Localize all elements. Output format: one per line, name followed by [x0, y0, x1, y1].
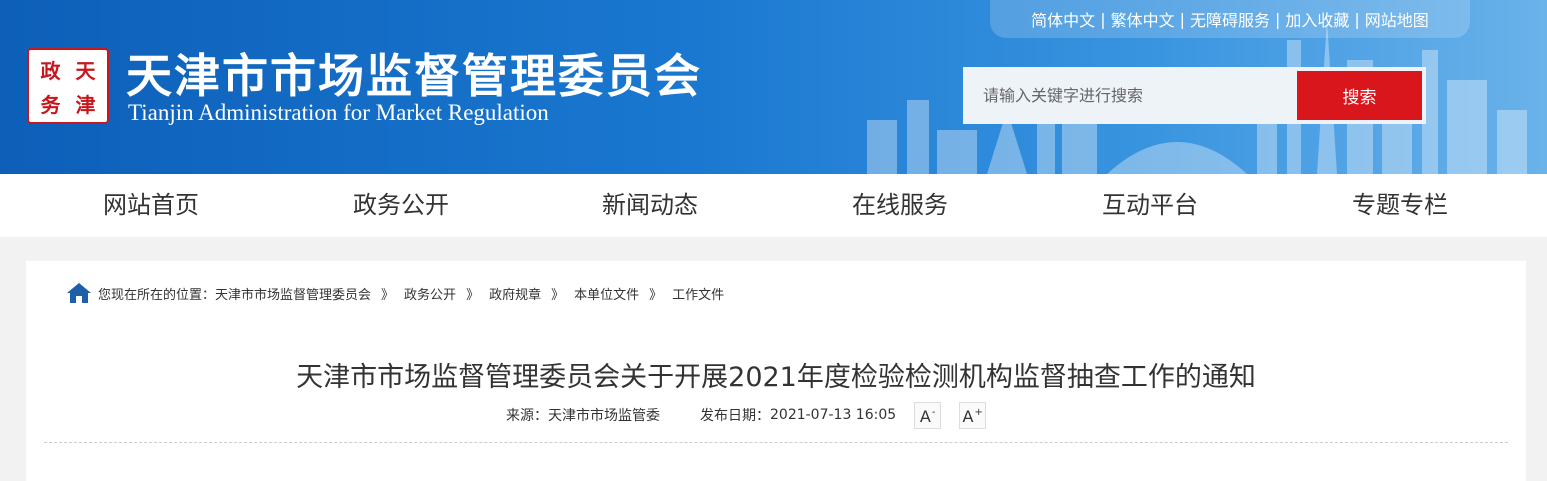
top-links-bar: 简体中文 | 繁体中文 | 无障碍服务 | 加入收藏 | 网站地图 — [990, 0, 1470, 38]
breadcrumb-item[interactable]: 政府规章 — [489, 284, 541, 303]
breadcrumb: 您现在所在的位置： 天津市市场监督管理委员会 》 政务公开 》 政府规章 》 本… — [66, 281, 724, 305]
breadcrumb-item[interactable]: 政务公开 — [404, 284, 456, 303]
nav-item-online-services[interactable]: 在线服务 — [852, 174, 948, 237]
link-add-favorite[interactable]: 加入收藏 — [1285, 7, 1349, 31]
breadcrumb-separator: 》 — [381, 287, 395, 303]
breadcrumb-separator: 》 — [551, 287, 565, 303]
breadcrumb-separator: 》 — [466, 287, 480, 303]
font-decrease-sign: - — [931, 406, 936, 418]
logo-char: 政 — [40, 59, 61, 83]
font-decrease-letter: A — [919, 406, 931, 426]
article-panel: 您现在所在的位置： 天津市市场监督管理委员会 》 政务公开 》 政府规章 》 本… — [26, 261, 1526, 481]
nav-item-government-affairs[interactable]: 政务公开 — [353, 174, 449, 237]
site-logo[interactable]: 政 天 务 津 — [27, 48, 109, 124]
font-increase-letter: A — [962, 406, 974, 426]
site-header: 政 天 务 津 天津市市场监督管理委员会 Tianjin Administrat… — [0, 0, 1547, 174]
breadcrumb-item[interactable]: 本单位文件 — [574, 284, 639, 303]
link-separator: | — [1275, 9, 1281, 29]
link-separator: | — [1354, 9, 1360, 29]
date-value: 2021-07-13 16:05 — [770, 407, 897, 423]
font-increase-button[interactable]: A + — [959, 401, 987, 429]
article-title: 天津市市场监督管理委员会关于开展2021年度检验检测机构监督抽查工作的通知 — [296, 362, 1256, 393]
font-increase-sign: + — [974, 406, 983, 418]
link-accessibility[interactable]: 无障碍服务 — [1190, 7, 1270, 31]
link-separator: | — [1179, 9, 1185, 29]
logo-char: 天 — [75, 59, 96, 83]
breadcrumb-item[interactable]: 工作文件 — [672, 284, 724, 303]
source-value: 天津市市场监管委 — [548, 408, 660, 424]
source-label: 来源： — [506, 408, 548, 424]
link-separator: | — [1100, 9, 1106, 29]
link-simplified-chinese[interactable]: 简体中文 — [1031, 7, 1095, 31]
site-subtitle: Tianjin Administration for Market Regula… — [128, 100, 549, 125]
date-label: 发布日期： — [700, 408, 770, 424]
site-title: 天津市市场监督管理委员会 — [126, 49, 702, 103]
breadcrumb-prefix: 您现在所在的位置： — [98, 287, 216, 303]
main-nav: 网站首页 政务公开 新闻动态 在线服务 互动平台 专题专栏 — [0, 174, 1547, 237]
nav-item-special-topics[interactable]: 专题专栏 — [1352, 174, 1448, 237]
breadcrumb-item[interactable]: 天津市市场监督管理委员会 — [215, 284, 371, 303]
logo-char: 务 — [40, 93, 61, 117]
nav-item-interaction[interactable]: 互动平台 — [1102, 174, 1198, 237]
nav-item-news[interactable]: 新闻动态 — [602, 174, 698, 237]
search-box: 搜索 — [963, 67, 1426, 124]
breadcrumb-separator: 》 — [649, 287, 663, 303]
link-traditional-chinese[interactable]: 繁体中文 — [1111, 7, 1175, 31]
article-divider — [44, 442, 1508, 443]
font-decrease-button[interactable]: A- — [914, 401, 942, 429]
link-sitemap[interactable]: 网站地图 — [1365, 7, 1429, 31]
search-input[interactable] — [963, 67, 1297, 124]
home-icon — [67, 283, 91, 303]
logo-char: 津 — [75, 93, 96, 117]
article-meta: 来源： 天津市市场监管委 发布日期： 2021-07-13 16:05 A- A… — [506, 399, 987, 431]
nav-item-home[interactable]: 网站首页 — [103, 174, 199, 237]
search-button[interactable]: 搜索 — [1297, 71, 1422, 120]
